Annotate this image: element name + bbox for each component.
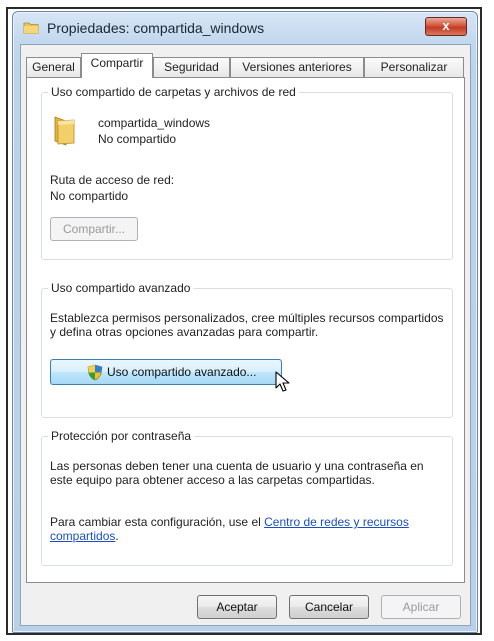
advanced-sharing-button[interactable]: Uso compartido avanzado...: [50, 359, 282, 385]
change-settings-text: Para cambiar esta configuración, use el: [50, 515, 261, 529]
password-protection-change-text: Para cambiar esta configuración, use el …: [50, 515, 446, 543]
advanced-sharing-group: Uso compartido avanzado Establezca permi…: [41, 281, 453, 418]
group-title-advanced-sharing: Uso compartido avanzado: [48, 281, 194, 295]
password-protection-group: Protección por contraseña Las personas d…: [41, 429, 453, 566]
password-protection-description: Las personas deben tener una cuenta de u…: [50, 459, 424, 487]
folder-icon: [23, 22, 39, 34]
share-button[interactable]: Compartir...: [50, 217, 138, 241]
tab-versiones-anteriores[interactable]: Versiones anteriores: [230, 57, 364, 77]
tab-compartir[interactable]: Compartir: [81, 53, 153, 78]
tab-personalizar[interactable]: Personalizar: [364, 57, 464, 77]
uac-shield-icon: [87, 364, 103, 381]
folder-icon: [54, 116, 75, 146]
network-sharing-group: Uso compartido de carpetas y archivos de…: [41, 85, 453, 260]
tab-seguridad[interactable]: Seguridad: [153, 57, 230, 77]
properties-dialog: Propiedades: compartida_windows x Genera…: [12, 11, 478, 633]
advanced-sharing-button-label: Uso compartido avanzado...: [107, 365, 257, 379]
dialog-client-area: General Compartir Seguridad Versiones an…: [20, 44, 471, 626]
folder-name: compartida_windows: [98, 116, 211, 130]
cancel-button[interactable]: Cancelar: [289, 595, 369, 619]
apply-button[interactable]: Aplicar: [381, 595, 461, 619]
network-path-label: Ruta de acceso de red:: [50, 173, 175, 187]
mouse-cursor-icon: [275, 371, 290, 392]
accept-button[interactable]: Aceptar: [197, 595, 277, 619]
close-button[interactable]: x: [425, 17, 467, 36]
tab-strip: General Compartir Seguridad Versiones an…: [26, 53, 466, 78]
advanced-sharing-description: Establezca permisos personalizados, cree…: [50, 311, 444, 339]
group-title-network-sharing: Uso compartido de carpetas y archivos de…: [48, 85, 299, 99]
tab-general[interactable]: General: [26, 57, 81, 77]
folder-status: No compartido: [98, 132, 177, 146]
network-path-value: No compartido: [50, 189, 129, 203]
group-title-password-protection: Protección por contraseña: [48, 429, 195, 443]
link-suffix: .: [115, 529, 119, 543]
title-bar[interactable]: Propiedades: compartida_windows x: [13, 12, 477, 44]
tab-panel-compartir: Uso compartido de carpetas y archivos de…: [26, 77, 465, 583]
window-title: Propiedades: compartida_windows: [47, 20, 265, 36]
